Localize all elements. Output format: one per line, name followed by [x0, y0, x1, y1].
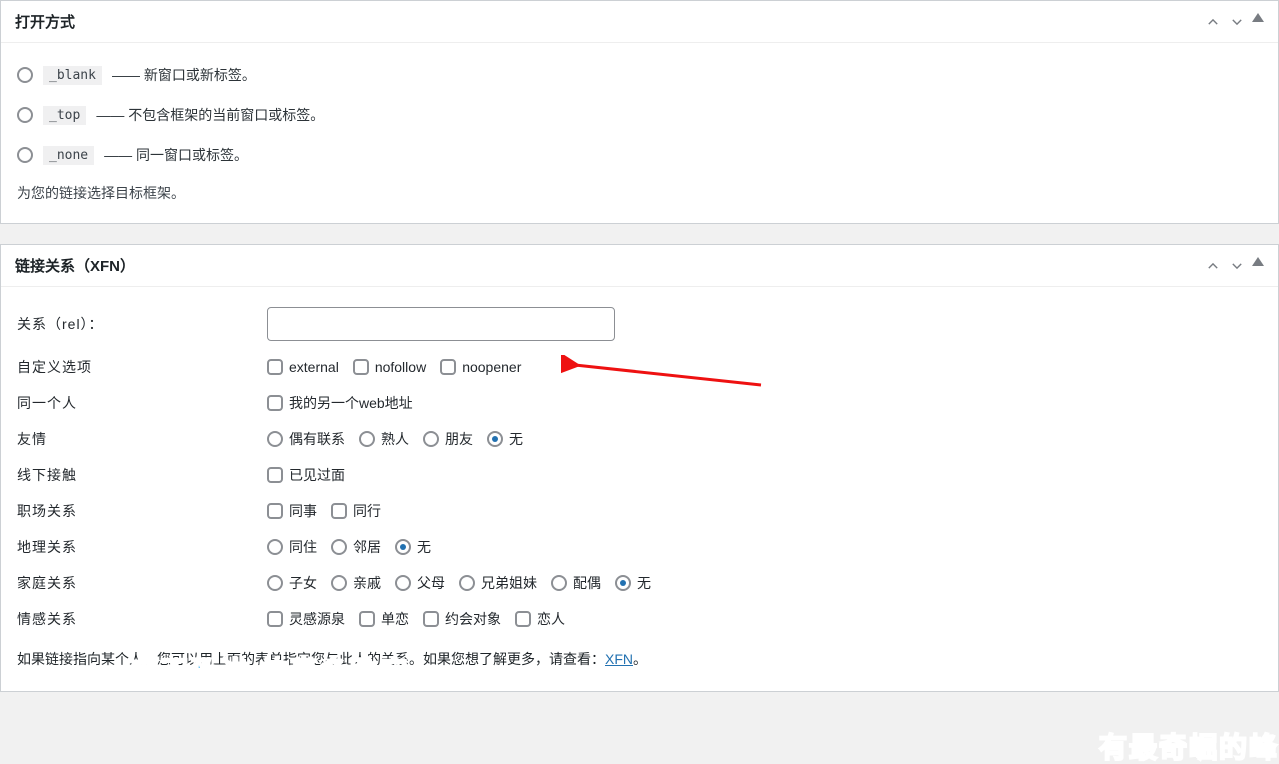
red-arrow-annotation	[561, 355, 771, 389]
chevron-down-icon[interactable]	[1228, 257, 1246, 275]
checkbox-physical[interactable]	[267, 467, 283, 483]
target-desc: —— 新窗口或新标签。	[112, 65, 256, 85]
geo-option[interactable]: 无	[395, 537, 431, 557]
xfn-panel-body: 关系（rel）： 自定义选项 external nofollow noopene…	[1, 287, 1278, 691]
identity-row: 同一个人 我的另一个web地址	[17, 387, 1262, 423]
identity-option[interactable]: 我的另一个web地址	[267, 393, 413, 413]
custom-option-nofollow[interactable]: nofollow	[353, 359, 426, 375]
physical-option[interactable]: 已见过面	[267, 465, 345, 485]
radio-top[interactable]	[17, 107, 33, 123]
identity-label: 同一个人	[17, 393, 267, 413]
custom-option-noopener[interactable]: noopener	[440, 359, 521, 375]
collapse-toggle-icon[interactable]	[1252, 257, 1264, 266]
family-radio[interactable]	[267, 575, 283, 591]
xfn-panel-header: 链接关系（XFN）	[1, 245, 1278, 287]
romantic-option[interactable]: 约会对象	[423, 609, 501, 629]
xfn-footer-text: 如果链接指向某个人，您可以用上面的表单指定您与此人的关系。如果您想了解更多，请查…	[17, 639, 1262, 671]
family-radio[interactable]	[615, 575, 631, 591]
romantic-checkbox[interactable]	[423, 611, 439, 627]
family-option[interactable]: 无	[615, 573, 651, 593]
radio-blank[interactable]	[17, 67, 33, 83]
custom-option-external[interactable]: external	[267, 359, 339, 375]
family-row: 家庭关系 子女亲戚父母兄弟姐妹配偶无	[17, 567, 1262, 603]
friendship-row: 友情 偶有联系熟人朋友无	[17, 423, 1262, 459]
romantic-option[interactable]: 单恋	[359, 609, 409, 629]
friendship-radio[interactable]	[359, 431, 375, 447]
xfn-link[interactable]: XFN	[605, 651, 633, 667]
friendship-radio[interactable]	[267, 431, 283, 447]
family-option[interactable]: 兄弟姐妹	[459, 573, 537, 593]
geo-label: 地理关系	[17, 537, 267, 557]
professional-label: 职场关系	[17, 501, 267, 521]
rel-input[interactable]	[267, 307, 615, 341]
target-code: _none	[43, 146, 94, 165]
friendship-radio[interactable]	[423, 431, 439, 447]
family-option[interactable]: 配偶	[551, 573, 601, 593]
radio-none[interactable]	[17, 147, 33, 163]
target-panel: 打开方式 _blank —— 新窗口或新标签。 _top —— 不包含框架的当前…	[0, 0, 1279, 224]
professional-checkbox[interactable]	[267, 503, 283, 519]
target-desc: —— 不包含框架的当前窗口或标签。	[96, 105, 324, 125]
family-radio[interactable]	[459, 575, 475, 591]
romantic-row: 情感关系 灵感源泉单恋约会对象恋人	[17, 603, 1262, 639]
target-option-top[interactable]: _top —— 不包含框架的当前窗口或标签。	[17, 97, 1262, 137]
xfn-panel-title: 链接关系（XFN）	[15, 255, 135, 276]
family-radio[interactable]	[551, 575, 567, 591]
geo-radio[interactable]	[395, 539, 411, 555]
professional-option[interactable]: 同行	[331, 501, 381, 521]
geo-row: 地理关系 同住邻居无	[17, 531, 1262, 567]
geo-option[interactable]: 同住	[267, 537, 317, 557]
romantic-checkbox[interactable]	[267, 611, 283, 627]
geo-option[interactable]: 邻居	[331, 537, 381, 557]
checkbox-identity[interactable]	[267, 395, 283, 411]
target-code: _blank	[43, 66, 102, 85]
professional-row: 职场关系 同事同行	[17, 495, 1262, 531]
target-option-none[interactable]: _none —— 同一窗口或标签。	[17, 137, 1262, 177]
target-panel-title: 打开方式	[15, 11, 75, 32]
checkbox-noopener[interactable]	[440, 359, 456, 375]
family-label: 家庭关系	[17, 573, 267, 593]
friendship-option[interactable]: 朋友	[423, 429, 473, 449]
target-panel-body: _blank —— 新窗口或新标签。 _top —— 不包含框架的当前窗口或标签…	[1, 43, 1278, 223]
friendship-option[interactable]: 无	[487, 429, 523, 449]
physical-row: 线下接触 已见过面	[17, 459, 1262, 495]
target-panel-header: 打开方式	[1, 1, 1278, 43]
custom-row: 自定义选项 external nofollow noopener	[17, 351, 1262, 387]
family-option[interactable]: 父母	[395, 573, 445, 593]
chevron-down-icon[interactable]	[1228, 13, 1246, 31]
chevron-up-icon[interactable]	[1204, 13, 1222, 31]
professional-checkbox[interactable]	[331, 503, 347, 519]
family-option[interactable]: 亲戚	[331, 573, 381, 593]
checkbox-nofollow[interactable]	[353, 359, 369, 375]
target-help-text: 为您的链接选择目标框架。	[17, 183, 1262, 203]
checkbox-external[interactable]	[267, 359, 283, 375]
romantic-label: 情感关系	[17, 609, 267, 629]
custom-label: 自定义选项	[17, 357, 267, 377]
rel-row: 关系（rel）：	[17, 301, 1262, 351]
target-desc: —— 同一窗口或标签。	[104, 145, 248, 165]
family-radio[interactable]	[395, 575, 411, 591]
professional-option[interactable]: 同事	[267, 501, 317, 521]
rel-label: 关系（rel）：	[17, 314, 267, 334]
geo-radio[interactable]	[331, 539, 347, 555]
romantic-checkbox[interactable]	[515, 611, 531, 627]
physical-label: 线下接触	[17, 465, 267, 485]
target-code: _top	[43, 106, 86, 125]
romantic-option[interactable]: 恋人	[515, 609, 565, 629]
romantic-option[interactable]: 灵感源泉	[267, 609, 345, 629]
watermark-2: 有最奇崛的峰	[1099, 726, 1279, 764]
friendship-label: 友情	[17, 429, 267, 449]
friendship-option[interactable]: 偶有联系	[267, 429, 345, 449]
family-option[interactable]: 子女	[267, 573, 317, 593]
chevron-up-icon[interactable]	[1204, 257, 1222, 275]
xfn-panel: 链接关系（XFN） 关系（rel）： 自定义选项 external nofoll…	[0, 244, 1279, 692]
target-option-blank[interactable]: _blank —— 新窗口或新标签。	[17, 57, 1262, 97]
friendship-option[interactable]: 熟人	[359, 429, 409, 449]
family-radio[interactable]	[331, 575, 347, 591]
friendship-radio[interactable]	[487, 431, 503, 447]
romantic-checkbox[interactable]	[359, 611, 375, 627]
geo-radio[interactable]	[267, 539, 283, 555]
collapse-toggle-icon[interactable]	[1252, 13, 1264, 22]
